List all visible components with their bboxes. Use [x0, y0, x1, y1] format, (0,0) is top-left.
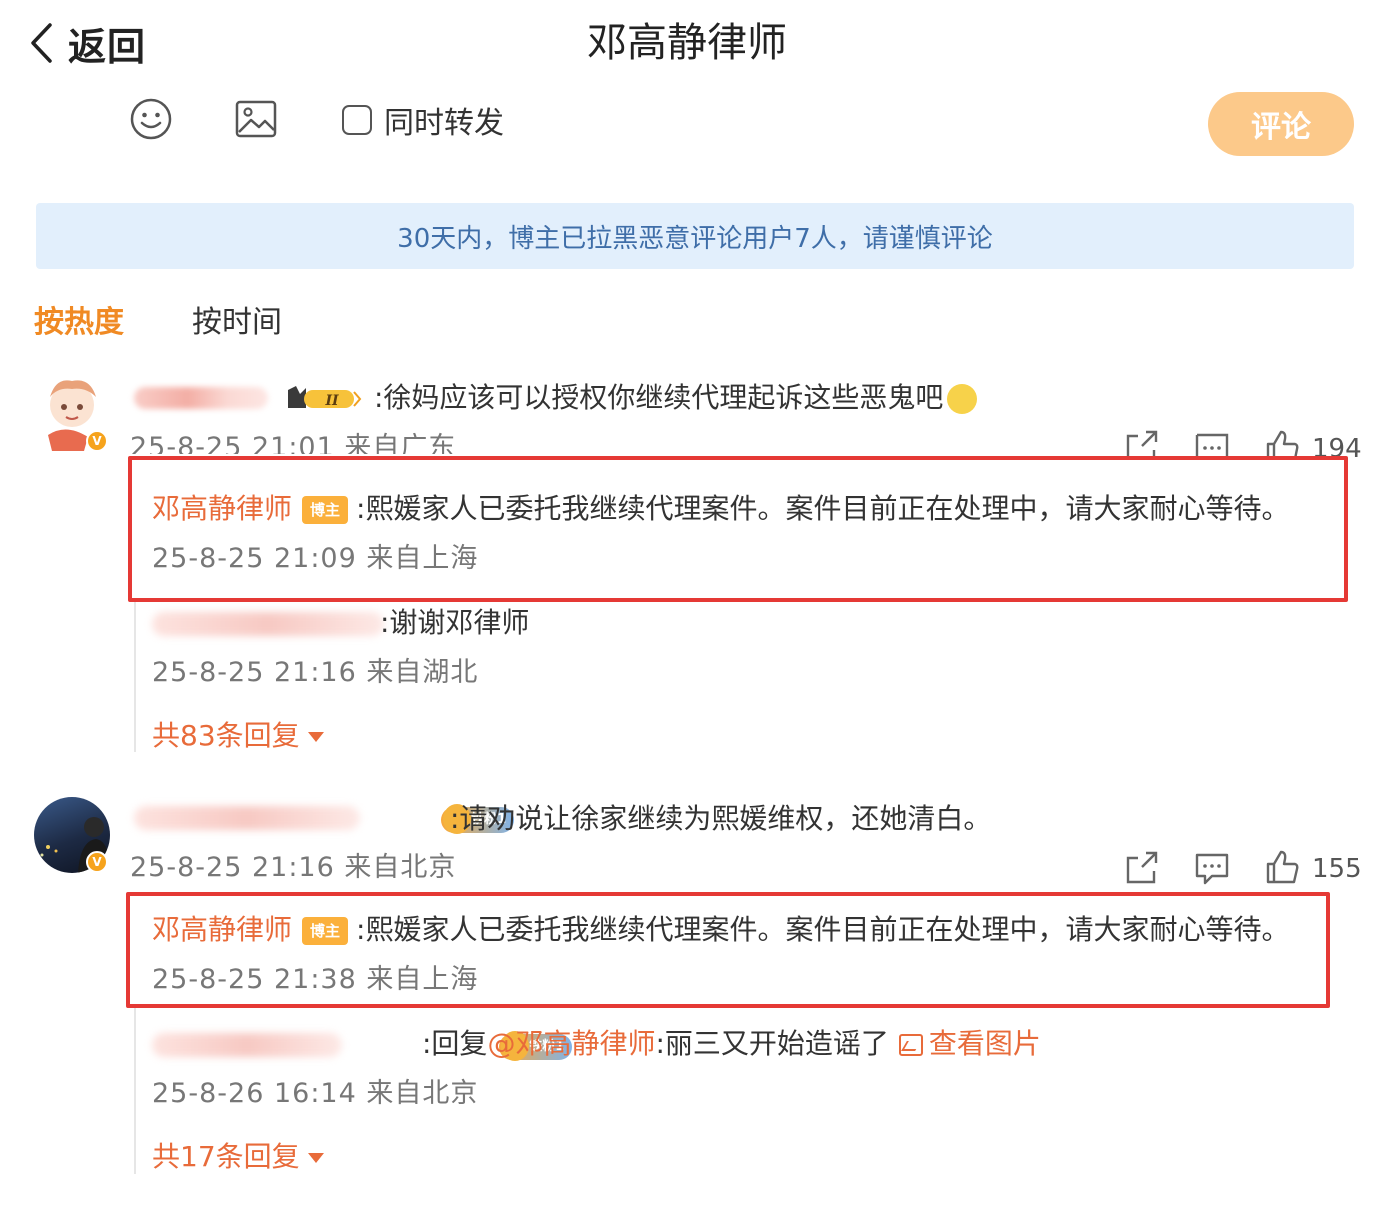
emoji-icon [947, 384, 978, 414]
comment-meta: 25-8-25 21:01 来自广东 [130, 432, 457, 454]
verified-badge: V [86, 851, 108, 873]
username-blurred[interactable] [134, 806, 360, 830]
highlighted-reply: 邓高静律师 博主:熙媛家人已委托我继续代理案件。案件目前正在处理中，请大家耐心等待… [152, 910, 1289, 950]
reply-text: :熙媛家人已委托我继续代理案件。案件目前正在处理中，请大家耐心等待。 [356, 492, 1290, 525]
reply-text: :熙媛家人已委托我继续代理案件。案件目前正在处理中，请大家耐心等待。 [356, 913, 1290, 946]
reply-author-name[interactable]: 邓高静律师 [152, 492, 292, 525]
comment-text: :徐妈应该可以授权你继续代理起诉这些恶鬼吧 [374, 378, 978, 418]
emoji-icon[interactable] [129, 97, 173, 141]
share-icon[interactable] [1124, 851, 1160, 885]
repost-option[interactable]: 同时转发 [342, 98, 504, 142]
username-blurred[interactable] [152, 612, 384, 636]
more-replies-link[interactable]: 共17条回复 [152, 1137, 324, 1177]
comment-button[interactable]: 评论 [1208, 92, 1354, 156]
repost-checkbox[interactable] [342, 105, 372, 135]
reply-text: :谢谢邓律师 [380, 606, 530, 639]
view-image-link[interactable]: 查看图片 [889, 1027, 1041, 1060]
highlight-box [128, 456, 1348, 602]
blogger-tag: 博主 [302, 917, 349, 945]
repost-label: 同时转发 [384, 106, 504, 141]
highlighted-reply: 邓高静律师 博主:熙媛家人已委托我继续代理案件。案件目前正在处理中，请大家耐心等待… [152, 489, 1289, 529]
blacklist-notice: 30天内，博主已拉黑恶意评论用户7人，请谨慎评论 [36, 203, 1354, 269]
username-blurred[interactable] [152, 1033, 342, 1057]
caret-down-icon [307, 732, 324, 742]
level-badge-icon: II [288, 386, 362, 409]
reply-meta: 25-8-26 16:14 来自北京 [152, 1078, 479, 1109]
like-count: 194 [1312, 434, 1362, 458]
mention-link[interactable]: @邓高静律师 [487, 1027, 655, 1060]
tab-sort-time[interactable]: 按时间 [192, 303, 282, 343]
picture-icon [898, 1034, 923, 1056]
like-count: 155 [1312, 854, 1362, 884]
share-icon[interactable] [1124, 430, 1160, 456]
reply-author-name[interactable]: 邓高静律师 [152, 913, 292, 946]
username-blurred[interactable] [134, 387, 268, 409]
page-title: 邓高静律师 [587, 20, 787, 66]
reply-text: :回复@邓高静律师:丽三又开始造谣了 查看图片 [422, 1027, 1041, 1060]
like-icon[interactable] [1264, 430, 1300, 456]
comment-meta: 25-8-25 21:16 来自北京 [130, 852, 457, 883]
more-replies-link[interactable]: 共83条回复 [152, 716, 324, 756]
caret-down-icon [307, 1153, 324, 1163]
reply-divider [134, 600, 136, 752]
comment-icon[interactable] [1194, 432, 1230, 456]
blogger-tag: 博主 [302, 496, 349, 524]
image-icon[interactable] [234, 97, 278, 141]
reply-meta: 25-8-25 21:38 来自上海 [152, 964, 479, 995]
comment-text: :请劝说让徐家继续为熙媛维权，还她清白。 [450, 802, 992, 835]
comment-icon[interactable] [1194, 852, 1230, 886]
like-icon[interactable] [1264, 850, 1300, 884]
tab-sort-hot[interactable]: 按热度 [34, 303, 124, 343]
reply-meta: 25-8-25 21:09 来自上海 [152, 543, 479, 574]
verified-badge: V [86, 430, 108, 452]
svg-text:II: II [324, 393, 339, 409]
reply-divider [134, 1006, 136, 1174]
reply-meta: 25-8-25 21:16 来自湖北 [152, 657, 479, 688]
